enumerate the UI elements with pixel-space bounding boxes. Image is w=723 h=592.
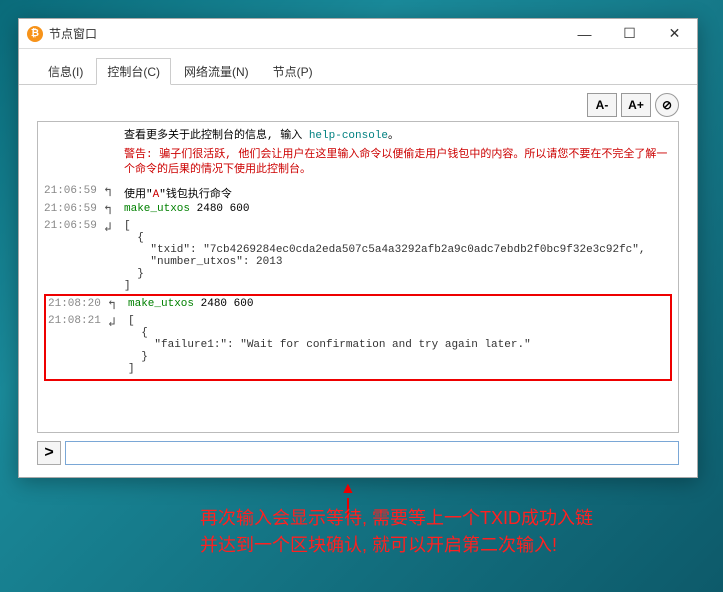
annotation-caption: 再次输入会显示等待, 需要等上一个TXID成功入链 并达到一个区块确认, 就可以… bbox=[200, 505, 593, 559]
timestamp: 21:08:20 bbox=[48, 298, 108, 310]
console-intro: 查看更多关于此控制台的信息, 输入 help-console。 bbox=[124, 126, 672, 142]
highlighted-section: 21:08:20 ↰ make_utxos 2480 600 21:08:21 … bbox=[44, 294, 672, 381]
timestamp: 21:08:21 bbox=[48, 315, 108, 327]
maximize-button[interactable]: ☐ bbox=[607, 19, 652, 49]
log-response: [ { "failure1:": "Wait for confirmation … bbox=[128, 315, 668, 375]
timestamp: 21:06:59 bbox=[44, 185, 104, 197]
help-link[interactable]: help-console bbox=[309, 130, 388, 142]
caption-line: 再次输入会显示等待, 需要等上一个TXID成功入链 bbox=[200, 505, 593, 532]
log-row: 21:08:20 ↰ make_utxos 2480 600 bbox=[48, 298, 668, 313]
window-buttons: — ☐ ✕ bbox=[562, 19, 697, 49]
direction-in-icon: ↰ bbox=[108, 298, 128, 313]
intro-prefix: 查看更多关于此控制台的信息, 输入 bbox=[124, 130, 309, 142]
log-message: make_utxos 2480 600 bbox=[124, 203, 672, 215]
close-button[interactable]: ✕ bbox=[652, 19, 697, 49]
log-row: 21:08:21 ↲ [ { "failure1:": "Wait for co… bbox=[48, 315, 668, 375]
tab-bar: 信息(I) 控制台(C) 网络流量(N) 节点(P) bbox=[19, 49, 697, 85]
prompt-indicator: > bbox=[37, 441, 61, 465]
direction-in-icon: ↰ bbox=[104, 203, 124, 218]
tab-console[interactable]: 控制台(C) bbox=[96, 58, 171, 85]
timestamp: 21:06:59 bbox=[44, 203, 104, 215]
log-message: make_utxos 2480 600 bbox=[128, 298, 668, 310]
tab-info[interactable]: 信息(I) bbox=[37, 58, 94, 85]
intro-suffix: 。 bbox=[388, 130, 399, 142]
font-smaller-button[interactable]: A- bbox=[587, 93, 617, 117]
bitcoin-icon: ₿ bbox=[27, 26, 43, 42]
font-larger-button[interactable]: A+ bbox=[621, 93, 651, 117]
window-title: 节点窗口 bbox=[49, 25, 562, 42]
log-row: 21:06:59 ↰ 使用"A"钱包执行命令 bbox=[44, 185, 672, 201]
command-input-row: > bbox=[37, 441, 679, 465]
tab-nodes[interactable]: 节点(P) bbox=[262, 58, 324, 85]
command-input[interactable] bbox=[65, 441, 679, 465]
direction-out-icon: ↲ bbox=[108, 315, 128, 330]
log-row: 21:06:59 ↲ [ { "txid": "7cb4269284ec0cda… bbox=[44, 220, 672, 292]
timestamp: 21:06:59 bbox=[44, 220, 104, 232]
console-toolbar: A- A+ ⊘ bbox=[19, 85, 697, 121]
log-response: [ { "txid": "7cb4269284ec0cda2eda507c5a4… bbox=[124, 220, 672, 292]
titlebar: ₿ 节点窗口 — ☐ ✕ bbox=[19, 19, 697, 49]
direction-in-icon: ↰ bbox=[104, 185, 124, 200]
tab-network[interactable]: 网络流量(N) bbox=[173, 58, 260, 85]
console-warning: 警告: 骗子们很活跃, 他们会让用户在这里输入命令以便偷走用户钱包中的内容。所以… bbox=[124, 148, 672, 179]
clear-console-button[interactable]: ⊘ bbox=[655, 93, 679, 117]
console-output[interactable]: 查看更多关于此控制台的信息, 输入 help-console。 警告: 骗子们很… bbox=[37, 121, 679, 433]
log-row: 21:06:59 ↰ make_utxos 2480 600 bbox=[44, 203, 672, 218]
node-window: ₿ 节点窗口 — ☐ ✕ 信息(I) 控制台(C) 网络流量(N) 节点(P) … bbox=[18, 18, 698, 478]
caption-line: 并达到一个区块确认, 就可以开启第二次输入! bbox=[200, 532, 593, 559]
minimize-button[interactable]: — bbox=[562, 19, 607, 49]
direction-out-icon: ↲ bbox=[104, 220, 124, 235]
log-message: 使用"A"钱包执行命令 bbox=[124, 185, 672, 201]
